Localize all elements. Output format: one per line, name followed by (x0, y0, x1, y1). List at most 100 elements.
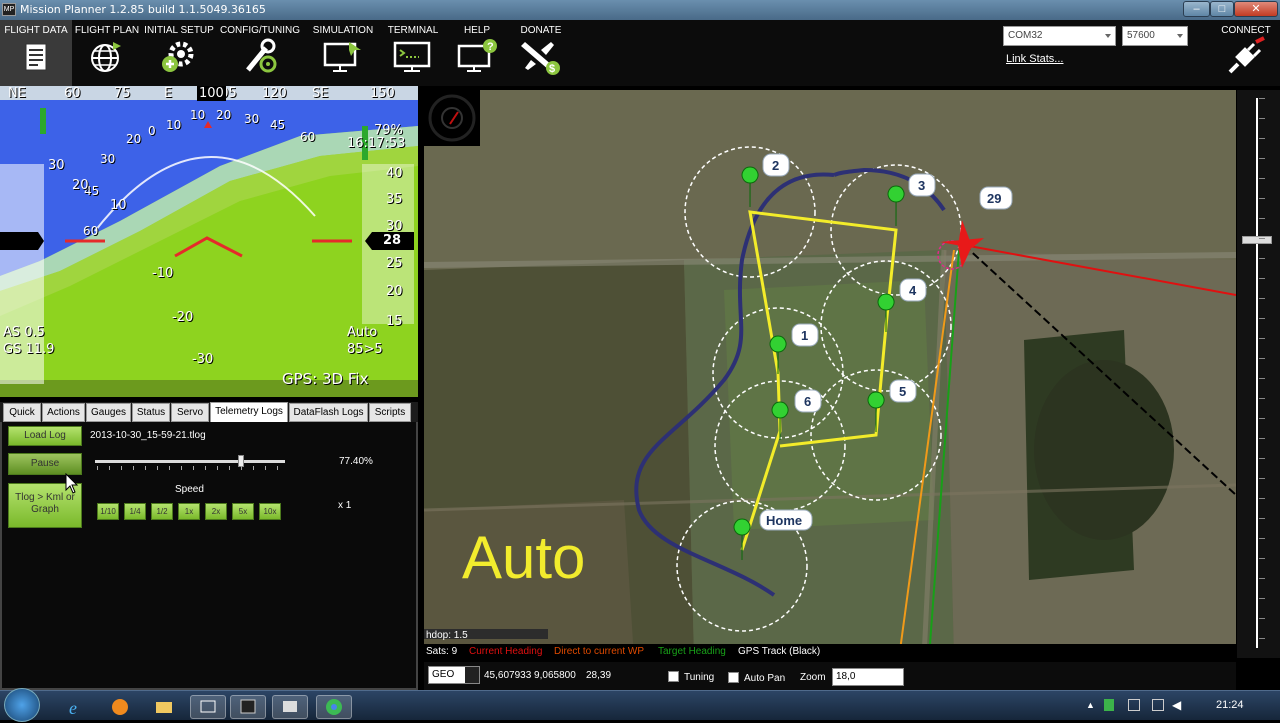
autopan-checkbox[interactable] (728, 672, 739, 683)
speed-1-2-button[interactable]: 1/2 (151, 503, 173, 520)
menu-simulation[interactable]: SIMULATION (304, 20, 382, 86)
roll-tick: 60 (300, 130, 316, 144)
heading-tick: 75 (114, 86, 131, 101)
sats-count: Sats: 9 (426, 646, 458, 657)
tuning-label: Tuning (684, 672, 715, 683)
menu-flight-data[interactable]: FLIGHT DATA (0, 20, 72, 86)
heading-value: 100 (197, 86, 226, 101)
coord-type-value: GEO (432, 669, 455, 680)
tab-telemetry-logs[interactable]: Telemetry Logs (210, 402, 288, 423)
waypoint-readout: 85>5 (347, 342, 383, 357)
taskbar-app-icon[interactable] (190, 695, 226, 719)
legend-direct-wp: Direct to current WP (554, 646, 645, 657)
taskbar-clock[interactable]: 21:24 (1216, 699, 1244, 711)
pitch-tick: 30 (48, 158, 65, 173)
altitude-coordinate: 28,39 (586, 670, 612, 681)
altitude-tick: 40 (386, 166, 403, 181)
load-log-button[interactable]: Load Log (8, 426, 82, 446)
mission-planner-task-icon[interactable] (230, 695, 266, 719)
menu-flight-plan[interactable]: FLIGHT PLAN (72, 20, 142, 86)
current-waypoint-label: 29 (987, 191, 1001, 206)
zoom-label: Zoom (800, 672, 826, 683)
baud-value: 57600 (1127, 30, 1155, 41)
tab-scripts[interactable]: Scripts (369, 403, 411, 422)
baud-select[interactable]: 57600 (1122, 26, 1188, 46)
legend-target-heading: Target Heading (658, 646, 726, 657)
chevron-down-icon (1177, 34, 1183, 38)
legend-gps-track: GPS Track (Black) (738, 646, 821, 657)
tray-network-icon[interactable] (1128, 699, 1140, 711)
tray-app-icon[interactable] (1104, 699, 1114, 711)
tray-monitor-icon[interactable] (1152, 699, 1164, 711)
close-button[interactable]: ✕ (1234, 1, 1278, 17)
port-select[interactable]: COM32 (1003, 26, 1116, 46)
connect-label: CONNECT (1221, 25, 1271, 36)
heading-tick: 60 (64, 86, 81, 101)
flight-mode-readout: Auto (347, 325, 378, 340)
minimize-button[interactable]: – (1183, 1, 1210, 17)
altitude-tick: 25 (386, 256, 403, 271)
tray-chevron-icon[interactable]: ▲ (1086, 700, 1095, 710)
menu-donate[interactable]: DONATE $ (510, 20, 572, 86)
heading-tick: E (164, 86, 173, 101)
tab-actions[interactable]: Actions (42, 403, 85, 422)
menu-terminal[interactable]: TERMINAL (382, 20, 444, 86)
tab-dataflash-logs[interactable]: DataFlash Logs (289, 403, 368, 422)
zoom-track[interactable] (1256, 98, 1258, 648)
gps-status: GPS: 3D Fix (282, 370, 369, 388)
altitude-tick: 20 (386, 284, 403, 299)
zoom-slider-panel (1237, 90, 1280, 658)
satellite-map[interactable]: Home 1 2 3 4 5 6 29 Auto hdop: 1.5 (424, 90, 1236, 658)
speed-1-4-button[interactable]: 1/4 (124, 503, 146, 520)
playback-slider[interactable] (95, 455, 285, 467)
pitch-tick: -30 (192, 352, 214, 367)
map-legend-bar: Sats: 9 Current Heading Direct to curren… (424, 644, 1236, 660)
tab-servo[interactable]: Servo (171, 403, 209, 422)
link-stats-link[interactable]: Link Stats... (1006, 53, 1063, 65)
tab-status[interactable]: Status (132, 403, 170, 422)
speed-5x-button[interactable]: 5x (232, 503, 254, 520)
menu-label: INITIAL SETUP (144, 25, 214, 36)
taskbar-window-icon[interactable] (272, 695, 308, 719)
menu-label: SIMULATION (312, 25, 374, 36)
volume-icon[interactable]: ◀ (1172, 698, 1181, 712)
tab-quick[interactable]: Quick (3, 403, 41, 422)
plug-icon (1228, 36, 1265, 74)
zoom-slider-thumb[interactable] (1242, 236, 1272, 244)
flight-mode-overlay: Auto (462, 524, 585, 591)
firefox-icon[interactable] (102, 695, 138, 719)
chevron-down-icon (465, 667, 479, 683)
zoom-input[interactable]: 18,0 (832, 668, 904, 686)
heading-tick: NE (8, 86, 26, 101)
tuning-checkbox[interactable] (668, 671, 679, 682)
altitude-tick: 30 (386, 219, 403, 234)
altitude-readout: 28 (383, 233, 402, 248)
start-button[interactable] (4, 688, 40, 722)
monitor-plane-icon (323, 42, 361, 72)
explorer-folder-icon[interactable] (146, 695, 182, 719)
altitude-tick: 35 (386, 192, 403, 207)
menu-help[interactable]: HELP ? (444, 20, 510, 86)
speed-2x-button[interactable]: 2x (205, 503, 227, 520)
legend-current-heading: Current Heading (469, 646, 543, 657)
wrench-icon (246, 38, 277, 73)
speed-10x-button[interactable]: 10x (259, 503, 281, 520)
menu-config-tuning[interactable]: CONFIG/TUNING (216, 20, 304, 86)
maximize-button[interactable]: □ (1210, 1, 1234, 17)
internet-explorer-icon[interactable]: e (58, 695, 94, 719)
chevron-down-icon (1105, 34, 1111, 38)
pause-button[interactable]: Pause (8, 453, 82, 475)
tab-gauges[interactable]: Gauges (86, 403, 131, 422)
app-icon: MP (2, 3, 16, 16)
map-toolbar: GEO 45,607933 9,065800 28,39 Tuning Auto… (424, 662, 1236, 690)
connect-button[interactable]: CONNECT (1212, 23, 1280, 85)
coord-type-select[interactable]: GEO (428, 666, 480, 684)
waypoint-label-5: 5 (899, 384, 906, 399)
speed-1x-button[interactable]: 1x (178, 503, 200, 520)
menu-initial-setup[interactable]: INITIAL SETUP (142, 20, 216, 86)
map-view[interactable]: Home 1 2 3 4 5 6 29 Auto hdop: 1.5 (424, 90, 1236, 658)
waypoint-label-6: 6 (804, 394, 811, 409)
chrome-icon[interactable] (316, 695, 352, 719)
speed-1-10-button[interactable]: 1/10 (97, 503, 119, 520)
roll-tick: 0 (148, 124, 156, 138)
